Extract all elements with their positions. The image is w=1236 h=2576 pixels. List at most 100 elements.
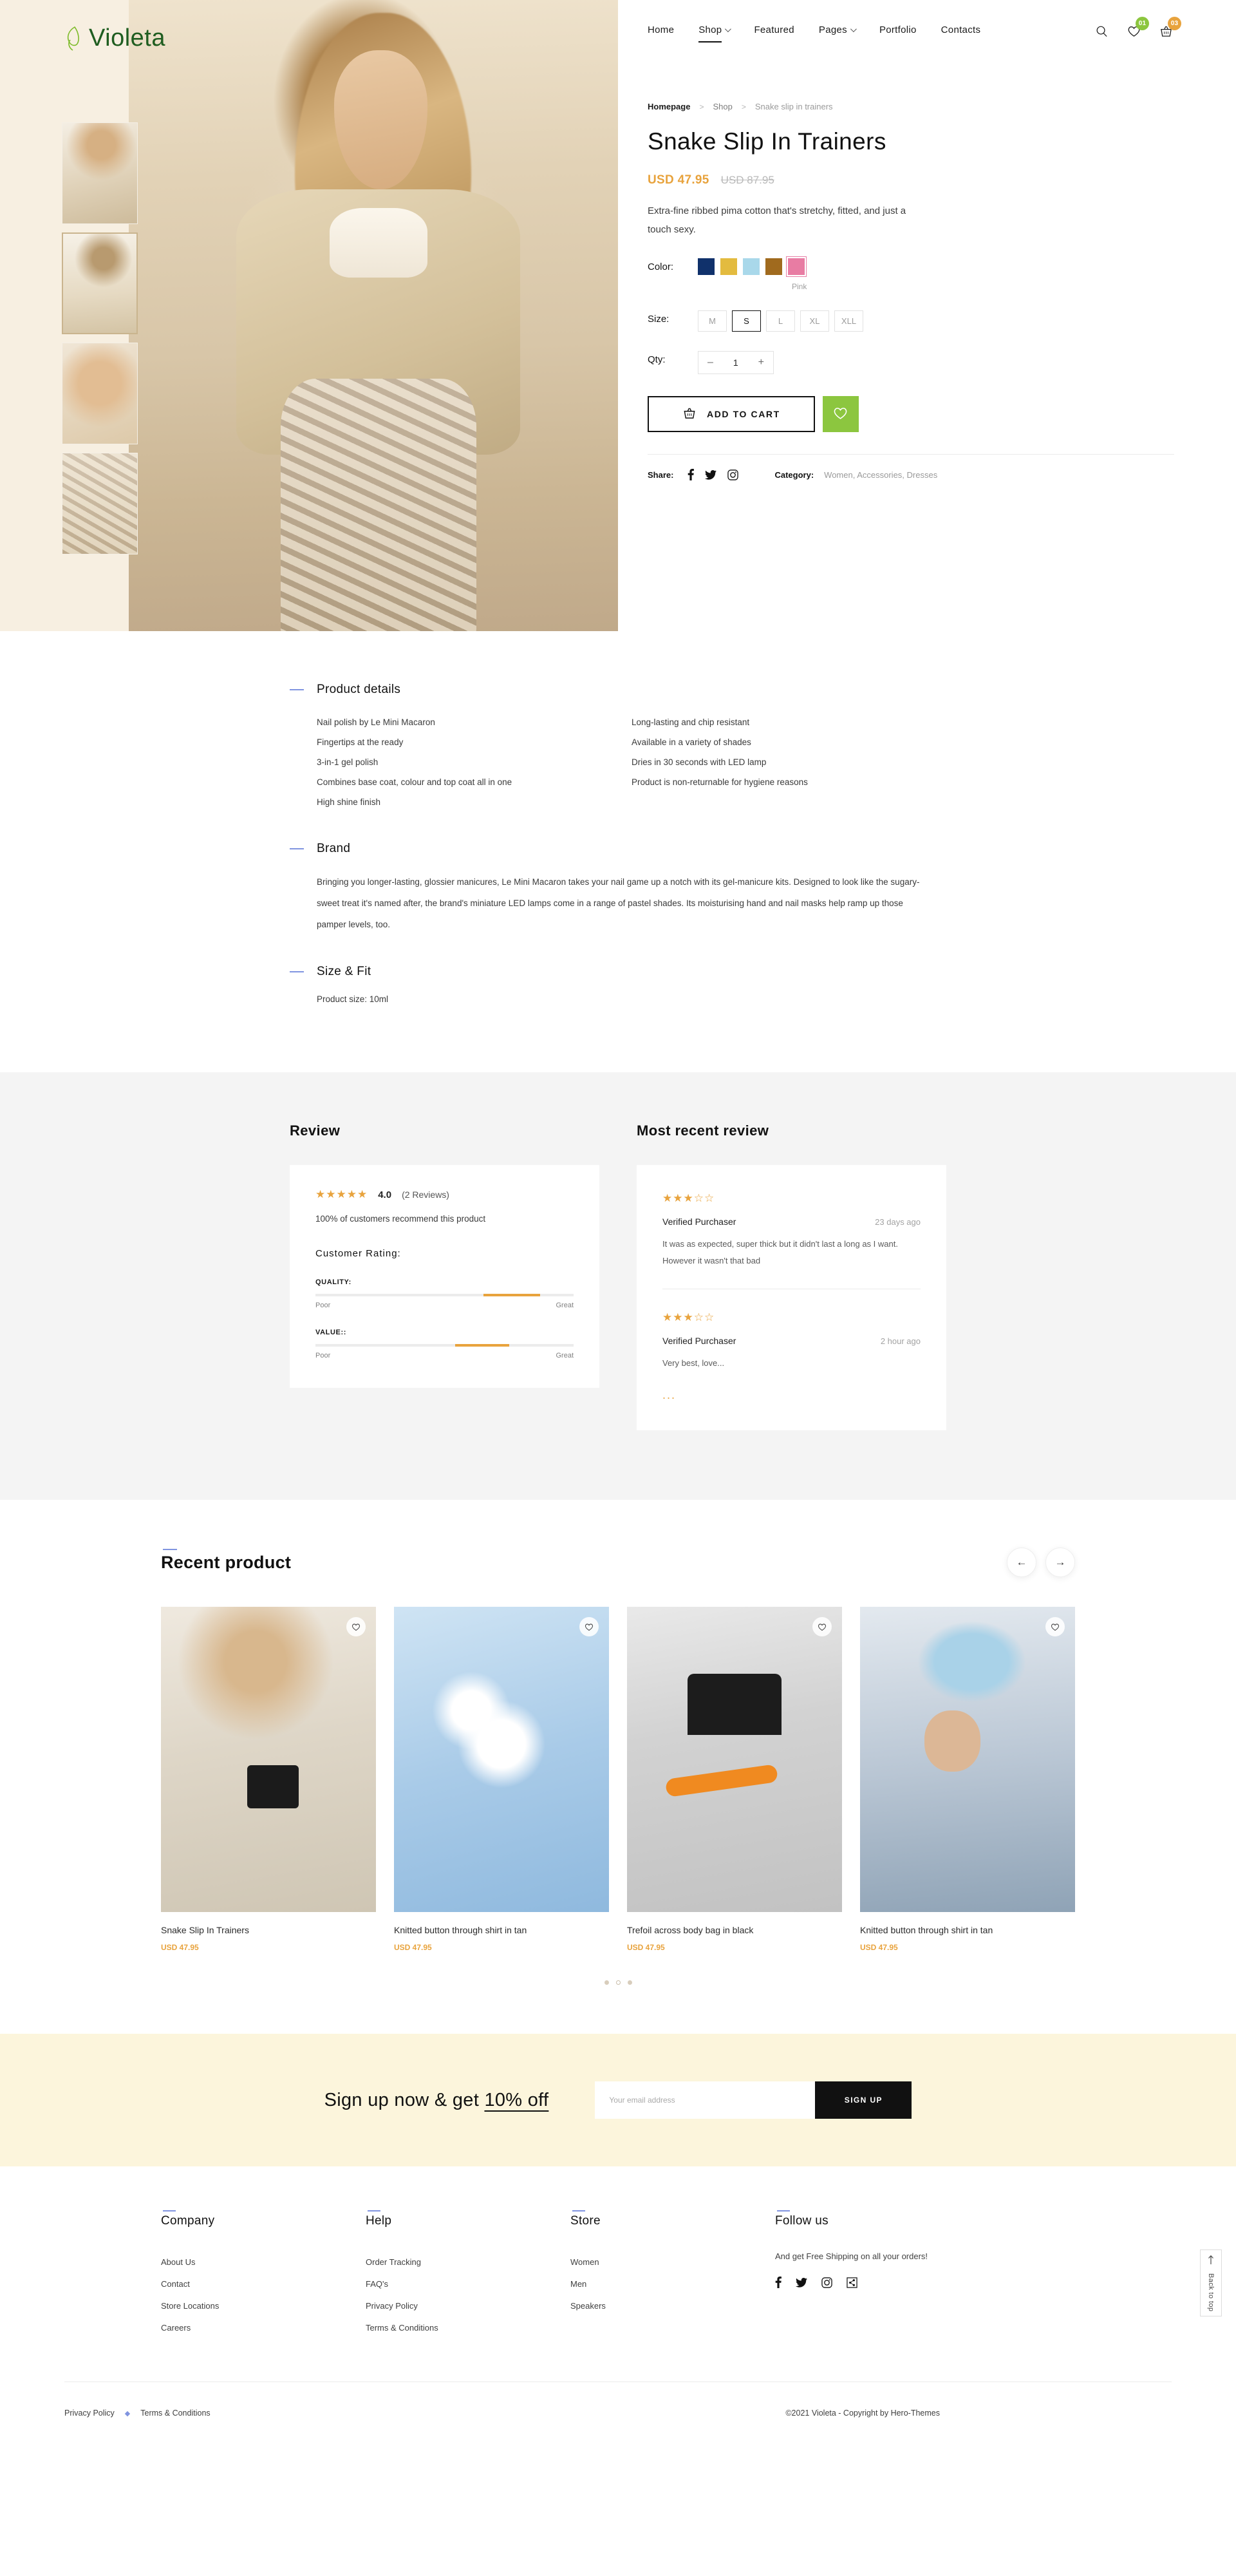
color-swatch-navy[interactable] — [698, 258, 715, 275]
footer-link-speakers[interactable]: Speakers — [570, 2295, 775, 2317]
size-option-xll[interactable]: XLL — [834, 310, 863, 332]
nav-item-home[interactable]: Home — [648, 24, 674, 38]
size-option-l[interactable]: L — [766, 310, 795, 332]
product-price-old: USD 87.95 — [720, 174, 774, 186]
nav-item-shop[interactable]: Shop — [698, 24, 732, 43]
carousel-dot[interactable] — [627, 1980, 632, 1985]
qty-increment-button[interactable]: + — [758, 357, 764, 368]
product-card[interactable]: Snake Slip In Trainers USD 47.95 — [161, 1607, 376, 1952]
size-option-m[interactable]: M — [698, 310, 727, 332]
accordion-header[interactable]: Product details — [290, 683, 946, 697]
twitter-icon[interactable] — [705, 469, 717, 480]
size-option-s[interactable]: S — [732, 310, 761, 332]
recent-review-column: Most recent review ★★★☆☆ Verified Purcha… — [637, 1122, 946, 1430]
footer-link-terms-conditions[interactable]: Terms & Conditions — [366, 2317, 570, 2339]
qty-value: 1 — [733, 357, 738, 368]
footer-link-contact[interactable]: Contact — [161, 2273, 366, 2295]
footer-link-order-tracking[interactable]: Order Tracking — [366, 2251, 570, 2273]
footer-bottom-privacy[interactable]: Privacy Policy — [64, 2409, 115, 2418]
product-card-image[interactable] — [394, 1607, 609, 1912]
footer-link-women[interactable]: Women — [570, 2251, 775, 2273]
category-values[interactable]: Women, Accessories, Dresses — [824, 470, 937, 480]
instagram-icon[interactable] — [821, 2277, 832, 2288]
footer-link-store-locations[interactable]: Store Locations — [161, 2295, 366, 2317]
heart-icon[interactable] — [1045, 1617, 1065, 1636]
carousel-dot[interactable] — [604, 1980, 609, 1985]
thumbnail-3[interactable] — [62, 453, 138, 554]
qty-decrement-button[interactable]: – — [707, 357, 713, 368]
twitter-icon[interactable] — [796, 2277, 807, 2287]
footer-bottom-terms[interactable]: Terms & Conditions — [140, 2409, 210, 2418]
brand-logo[interactable]: Violeta — [64, 24, 165, 52]
breadcrumb: Homepage > Shop > Snake slip in trainers — [648, 102, 1174, 111]
category-row: Category: Women, Accessories, Dresses — [774, 470, 937, 480]
product-main-image[interactable] — [129, 0, 618, 631]
nav-item-featured[interactable]: Featured — [754, 24, 794, 38]
heart-icon[interactable] — [812, 1617, 832, 1636]
carousel-dot-active[interactable] — [615, 1980, 621, 1985]
accordion-brand: Brand Bringing you longer-lasting, gloss… — [290, 842, 946, 935]
heart-icon[interactable] — [346, 1617, 366, 1636]
footer-column-help: Help Order Tracking FAQ's Privacy Policy… — [366, 2210, 570, 2339]
detail-item: Long-lasting and chip resistant — [632, 717, 750, 727]
footer-link-about-us[interactable]: About Us — [161, 2251, 366, 2273]
share-icon[interactable] — [847, 2277, 857, 2288]
nav-item-contacts[interactable]: Contacts — [941, 24, 981, 38]
nav-item-pages[interactable]: Pages — [819, 24, 857, 38]
signup-button[interactable]: SIGN UP — [815, 2081, 912, 2119]
cart-icon[interactable]: 03 — [1157, 17, 1181, 39]
minus-icon — [290, 971, 304, 972]
facebook-icon[interactable] — [688, 469, 695, 480]
page-title: Snake Slip In Trainers — [648, 128, 886, 155]
footer-link-privacy-policy[interactable]: Privacy Policy — [366, 2295, 570, 2317]
accordion-body: Bringing you longer-lasting, glossier ma… — [317, 871, 946, 935]
reviewer-name: Verified Purchaser — [662, 1217, 736, 1227]
accordion-header[interactable]: Size & Fit — [290, 965, 946, 979]
arrow-right-icon[interactable]: → — [1045, 1548, 1075, 1577]
breadcrumb-home[interactable]: Homepage — [648, 102, 690, 111]
load-more-indicator[interactable]: ... — [662, 1388, 921, 1402]
recent-review-heading: Most recent review — [637, 1122, 769, 1139]
heart-icon[interactable] — [579, 1617, 599, 1636]
product-card-image[interactable] — [161, 1607, 376, 1912]
footer-link-men[interactable]: Men — [570, 2273, 775, 2295]
back-to-top-button[interactable]: Back to top — [1200, 2249, 1222, 2316]
add-to-cart-label: ADD TO CART — [707, 409, 780, 419]
color-swatch-gold[interactable] — [720, 258, 737, 275]
arrow-left-icon[interactable]: ← — [1007, 1548, 1036, 1577]
footer-link-careers[interactable]: Careers — [161, 2317, 366, 2339]
search-icon[interactable] — [1093, 23, 1110, 39]
quantity-stepper[interactable]: – 1 + — [698, 351, 774, 374]
footer-link-faqs[interactable]: FAQ's — [366, 2273, 570, 2295]
add-to-wishlist-button[interactable] — [822, 396, 859, 432]
thumbnail-2[interactable] — [62, 343, 138, 444]
brand-name: Violeta — [89, 24, 166, 52]
color-swatch-light-blue[interactable] — [743, 258, 760, 275]
wishlist-icon[interactable]: 01 — [1125, 17, 1149, 39]
detail-item: Combines base coat, colour and top coat … — [317, 777, 512, 787]
product-card-image[interactable] — [860, 1607, 1075, 1912]
minus-icon — [290, 689, 304, 690]
divider — [648, 454, 1174, 455]
breadcrumb-shop[interactable]: Shop — [713, 102, 732, 111]
product-card[interactable]: Trefoil across body bag in black USD 47.… — [627, 1607, 842, 1952]
bar-low-label: Poor — [315, 1302, 331, 1309]
bar-track[interactable] — [315, 1294, 574, 1296]
color-swatch-pink[interactable] — [786, 256, 807, 277]
breadcrumb-separator: > — [699, 102, 704, 111]
product-card[interactable]: Knitted button through shirt in tan USD … — [394, 1607, 609, 1952]
nav-item-portfolio[interactable]: Portfolio — [879, 24, 917, 38]
breadcrumb-separator: > — [741, 102, 746, 111]
instagram-icon[interactable] — [727, 469, 739, 480]
color-swatch-brown[interactable] — [765, 258, 782, 275]
bar-track[interactable] — [315, 1344, 574, 1347]
facebook-icon[interactable] — [775, 2277, 782, 2288]
product-card[interactable]: Knitted button through shirt in tan USD … — [860, 1607, 1075, 1952]
email-field[interactable] — [595, 2081, 816, 2119]
accordion-header[interactable]: Brand — [290, 842, 946, 856]
thumbnail-0[interactable] — [62, 122, 138, 224]
thumbnail-1[interactable] — [62, 232, 138, 334]
add-to-cart-button[interactable]: ADD TO CART — [648, 396, 815, 432]
size-option-xl[interactable]: XL — [800, 310, 829, 332]
product-card-image[interactable] — [627, 1607, 842, 1912]
